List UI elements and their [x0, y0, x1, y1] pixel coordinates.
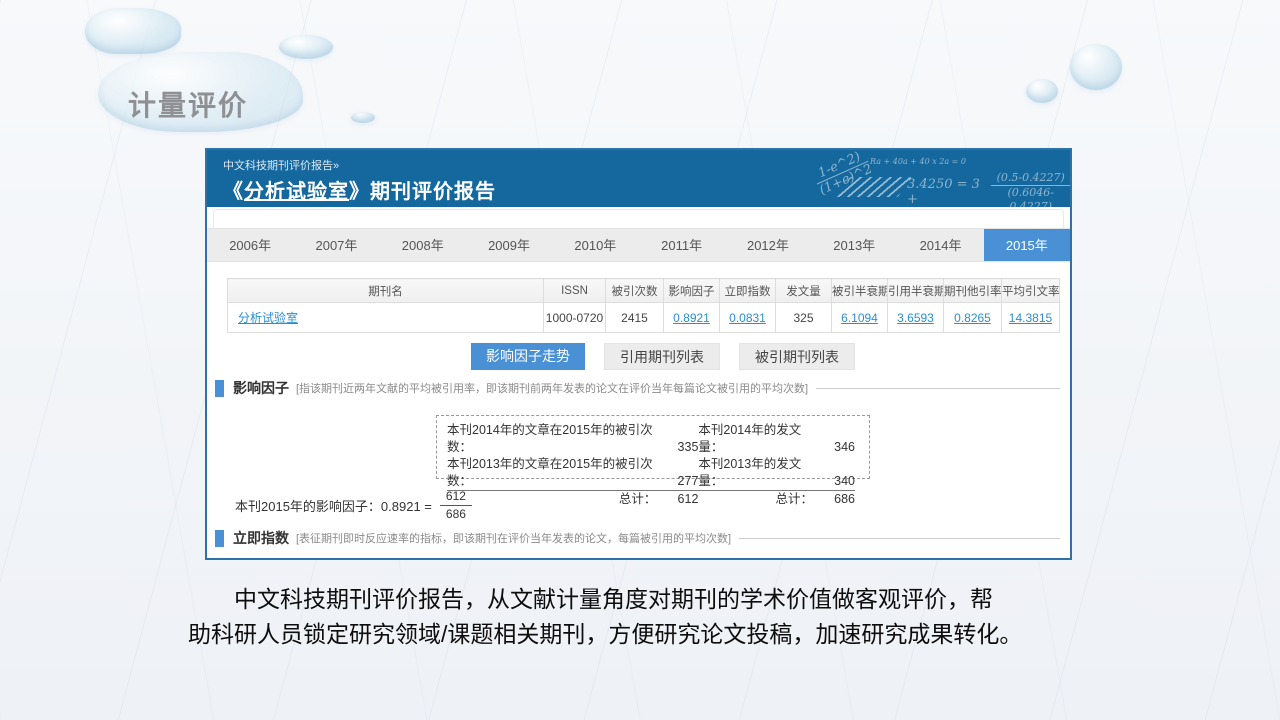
avg-citation-rate-link[interactable]: 14.3815	[1009, 311, 1052, 325]
section-divider-line	[816, 388, 1060, 389]
year-tabs-bar: 2006年 2007年 2008年 2009年 2010年 2011年 2012…	[207, 228, 1070, 262]
journal-row-link[interactable]: 分析试验室	[238, 311, 298, 325]
year-tab-2006[interactable]: 2006年	[207, 229, 293, 261]
year-tab-2012[interactable]: 2012年	[725, 229, 811, 261]
water-blob-decoration	[1070, 44, 1122, 90]
immediacy-index-link[interactable]: 0.0831	[729, 311, 766, 325]
col-impact-factor: 影响因子	[664, 279, 720, 303]
article-count-column: 本刊2014年的发文量： 346 本刊2013年的发文量： 340 总计： 68…	[698, 422, 855, 472]
journal-metrics-table: 期刊名 ISSN 被引次数 影响因子 立即指数 发文量 被引半衰期 引用半衰期 …	[227, 278, 1060, 333]
formula-fraction: 612 686	[440, 488, 472, 523]
section-description: [表征期刊即时反应速率的指标，即该期刊在评价当年发表的论文，每篇被引用的平均次数…	[296, 530, 731, 546]
section-title: 影响因子	[233, 378, 289, 398]
section-divider-line	[739, 538, 1060, 539]
calc-total-row: 总计： 612	[447, 491, 698, 508]
col-journal-name: 期刊名	[228, 279, 544, 303]
table-header-row: 期刊名 ISSN 被引次数 影响因子 立即指数 发文量 被引半衰期 引用半衰期 …	[228, 279, 1060, 303]
blue-square-marker	[215, 530, 224, 547]
other-citation-rate-link[interactable]: 0.8265	[954, 311, 991, 325]
year-tab-2009[interactable]: 2009年	[466, 229, 552, 261]
col-cited-half-life: 被引半衰期	[832, 279, 888, 303]
year-tab-2011[interactable]: 2011年	[638, 229, 724, 261]
report-header: 中文科技期刊评价报告» 《分析试验室》期刊评价报告 1-e^2) (1+e)^2…	[207, 150, 1070, 207]
calc-row: 本刊2014年的发文量： 346	[698, 422, 855, 456]
col-citing-half-life: 引用半衰期	[888, 279, 944, 303]
title-quote-open: 《	[223, 181, 244, 203]
cited-half-life-link[interactable]: 6.1094	[841, 311, 878, 325]
col-avg-citation-rate: 平均引文率	[1002, 279, 1060, 303]
caption-line-2: 助科研人员锁定研究领域/课题相关期刊，方便研究论文投稿，加速研究成果转化。	[188, 617, 1093, 652]
col-immediacy-index: 立即指数	[720, 279, 776, 303]
year-tab-2007[interactable]: 2007年	[293, 229, 379, 261]
col-article-count: 发文量	[776, 279, 832, 303]
immediacy-index-section-header: 立即指数 [表征期刊即时反应速率的指标，即该期刊在评价当年发表的论文，每篇被引用…	[215, 528, 1060, 548]
report-screenshot-frame: 中文科技期刊评价报告» 《分析试验室》期刊评价报告 1-e^2) (1+e)^2…	[205, 148, 1072, 560]
blue-square-marker	[215, 380, 224, 397]
impact-factor-calc-box: 本刊2014年的文章在2015年的被引次数： 335 本刊2013年的文章在20…	[436, 415, 870, 479]
impact-factor-trend-button[interactable]: 影响因子走势	[471, 343, 585, 370]
year-tab-2008[interactable]: 2008年	[380, 229, 466, 261]
cited-count-column: 本刊2014年的文章在2015年的被引次数： 335 本刊2013年的文章在20…	[447, 422, 698, 472]
impact-factor-section-header: 影响因子 [指该期刊近两年文献的平均被引用率，即该期刊前两年发表的论文在评价当年…	[215, 378, 1060, 398]
caption-line-1: 中文科技期刊评价报告，从文献计量角度对期刊的学术价值做客观评价，帮	[188, 582, 1093, 617]
citing-half-life-link[interactable]: 3.6593	[897, 311, 934, 325]
journal-name-link[interactable]: 分析试验室	[244, 181, 349, 203]
slide-caption: 中文科技期刊评价报告，从文献计量角度对期刊的学术价值做客观评价，帮 助科研人员锁…	[188, 582, 1093, 651]
article-count-value: 325	[776, 303, 832, 333]
table-row: 分析试验室 1000-0720 2415 0.8921 0.0831 325 6…	[228, 303, 1060, 333]
content-panel-top	[213, 209, 1064, 228]
formula-label: 本刊2015年的影响因子：0.8921 =	[235, 496, 432, 515]
calc-row: 本刊2014年的文章在2015年的被引次数： 335	[447, 422, 698, 456]
issn-value: 1000-0720	[544, 303, 606, 333]
col-cited-count: 被引次数	[606, 279, 664, 303]
citing-journal-list-button[interactable]: 引用期刊列表	[604, 343, 720, 370]
water-blob-decoration	[351, 112, 375, 123]
title-rest: 》期刊评价报告	[349, 181, 496, 203]
calc-total-row: 总计： 686	[698, 491, 855, 508]
cited-journal-list-button[interactable]: 被引期刊列表	[739, 343, 855, 370]
section-title: 立即指数	[233, 528, 289, 548]
slide-title: 计量评价	[128, 84, 248, 124]
water-blob-decoration	[1026, 79, 1058, 103]
section-description: [指该期刊近两年文献的平均被引用率，即该期刊前两年发表的论文在评价当年每篇论文被…	[296, 380, 808, 396]
impact-factor-link[interactable]: 0.8921	[673, 311, 710, 325]
year-tab-2010[interactable]: 2010年	[552, 229, 638, 261]
water-blob-decoration	[279, 35, 333, 59]
cited-count-value: 2415	[606, 303, 664, 333]
math-doodle-equation-small: Ra + 40a + 40 x 2a = 0	[870, 157, 966, 166]
col-issn: ISSN	[544, 279, 606, 303]
year-tab-2015-selected[interactable]: 2015年	[984, 229, 1070, 261]
action-buttons: 影响因子走势 引用期刊列表 被引期刊列表	[471, 343, 855, 370]
calc-row: 本刊2013年的文章在2015年的被引次数： 277	[447, 456, 698, 491]
water-blob-decoration	[85, 8, 181, 54]
col-other-citation-rate: 期刊他引率	[944, 279, 1002, 303]
year-tab-2013[interactable]: 2013年	[811, 229, 897, 261]
year-tab-2014[interactable]: 2014年	[897, 229, 983, 261]
impact-factor-formula: 本刊2015年的影响因子：0.8921 = 612 686	[235, 488, 472, 523]
math-doodle-equation-main: 3.4250 = 3 + (0.5-0.4227) (0.6046-0.4227…	[907, 171, 1070, 207]
calc-row: 本刊2013年的发文量： 340	[698, 456, 855, 491]
